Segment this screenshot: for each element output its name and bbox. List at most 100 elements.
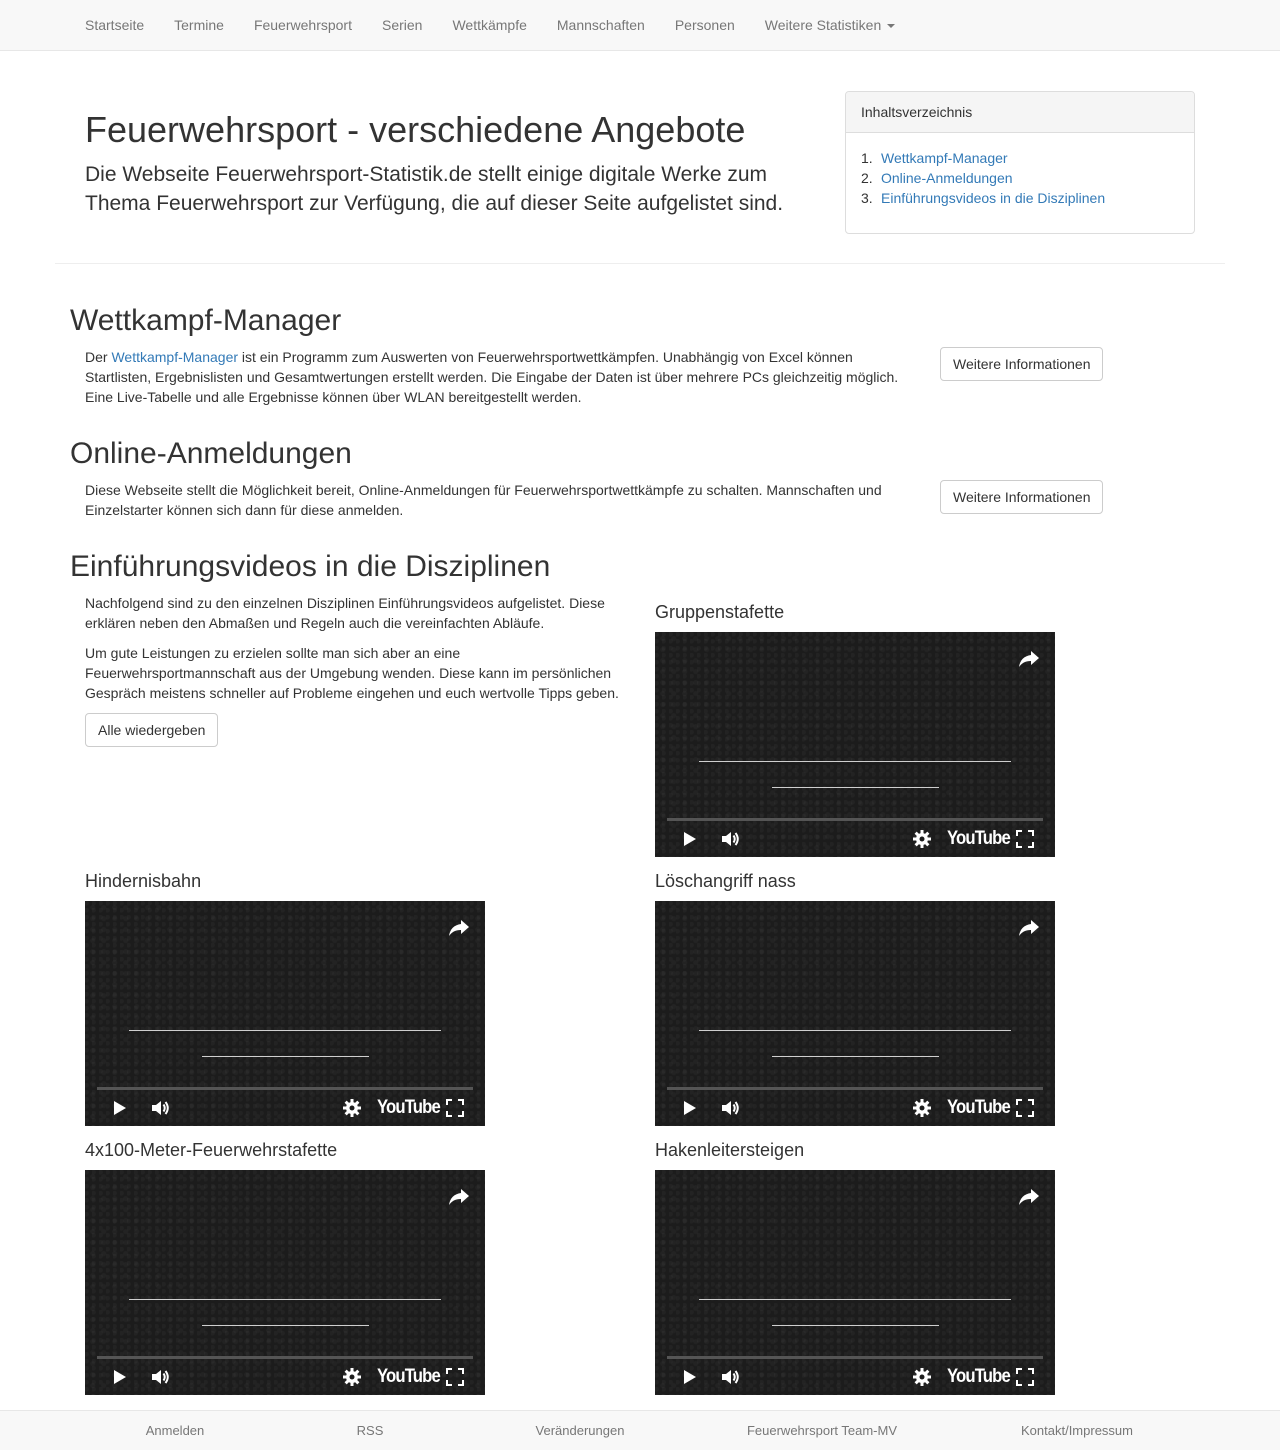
footer-link-team-mv[interactable]: Feuerwehrsport Team-MV xyxy=(747,1421,897,1441)
top-navbar: Startseite Termine Feuerwehrsport Serien… xyxy=(0,0,1280,51)
footer-link-anmelden[interactable]: Anmelden xyxy=(146,1421,205,1441)
play-icon[interactable] xyxy=(679,1367,699,1387)
video-player-loeschangriff-nass[interactable]: YouTube xyxy=(655,901,1055,1126)
nav-dropdown-label: Weitere Statistiken xyxy=(764,17,882,33)
section-heading-wettkampf-manager: Wettkampf-Manager xyxy=(70,304,342,337)
toc-number: 3. xyxy=(861,190,873,206)
volume-icon[interactable] xyxy=(149,1097,171,1119)
videos-paragraph: Um gute Leistungen zu erzielen sollte ma… xyxy=(85,645,619,701)
video-progress-bar[interactable] xyxy=(667,1356,1043,1359)
video-player-gruppenstafette[interactable]: YouTube xyxy=(655,632,1055,857)
video-thumbnail xyxy=(85,901,485,1126)
share-icon[interactable] xyxy=(1017,646,1041,670)
toc-link-wettkampf-manager[interactable]: Wettkampf-Manager xyxy=(881,150,1008,166)
main-nav: Startseite Termine Feuerwehrsport Serien… xyxy=(70,0,910,50)
video-title-placeholder-line xyxy=(699,761,1011,762)
fullscreen-icon[interactable] xyxy=(1015,1367,1035,1387)
toc-list: 1. Wettkampf-Manager 2. Online-Anmeldungen… xyxy=(846,133,1194,208)
volume-icon[interactable] xyxy=(719,1366,741,1388)
video-progress-bar[interactable] xyxy=(97,1356,473,1359)
toc-number: 2. xyxy=(861,170,873,186)
video-progress-bar[interactable] xyxy=(97,1087,473,1090)
youtube-logo[interactable]: YouTube xyxy=(377,1096,441,1120)
fullscreen-icon[interactable] xyxy=(445,1098,465,1118)
volume-icon[interactable] xyxy=(719,828,741,850)
video-title-placeholder-line xyxy=(772,1056,939,1057)
share-icon[interactable] xyxy=(1017,915,1041,939)
video-title-placeholder-line xyxy=(772,1325,939,1326)
video-title-hakenleitersteigen: Hakenleitersteigen xyxy=(655,1140,805,1160)
youtube-logo[interactable]: YouTube xyxy=(947,1365,1011,1389)
toc-item: 1. Wettkampf-Manager xyxy=(861,148,1179,168)
video-progress-bar[interactable] xyxy=(667,818,1043,821)
share-icon[interactable] xyxy=(1017,1184,1041,1208)
play-all-button[interactable]: Alle wiedergeben xyxy=(85,713,219,747)
video-title-hindernisbahn: Hindernisbahn xyxy=(85,871,202,891)
divider xyxy=(55,263,1225,264)
gear-icon[interactable] xyxy=(341,1366,363,1388)
gear-icon[interactable] xyxy=(911,828,933,850)
video-title-4x100-feuerwehrstafette: 4x100-Meter-Feuerwehrstafette xyxy=(85,1140,338,1160)
toc-link-einfuehrungsvideos[interactable]: Einführungsvideos in die Disziplinen xyxy=(881,190,1105,206)
volume-icon[interactable] xyxy=(719,1097,741,1119)
video-title-gruppenstafette: Gruppenstafette xyxy=(655,602,785,622)
video-title-placeholder-line xyxy=(699,1030,1011,1031)
wettkampf-manager-link[interactable]: Wettkampf-Manager xyxy=(111,349,238,365)
video-thumbnail xyxy=(655,1170,1055,1395)
video-title-placeholder-line xyxy=(772,787,939,788)
page-title: Feuerwehrsport - verschiedene Angebote xyxy=(85,109,746,150)
page-lead: Die Webseite Feuerwehrsport-Statistik.de… xyxy=(85,163,784,215)
play-icon[interactable] xyxy=(679,829,699,849)
video-title-loeschangriff-nass: Löschangriff nass xyxy=(655,871,796,891)
youtube-logo[interactable]: YouTube xyxy=(947,1096,1011,1120)
nav-feuerwehrsport[interactable]: Feuerwehrsport xyxy=(239,0,367,50)
toc-number: 1. xyxy=(861,150,873,166)
footer: Anmelden RSS Veränderungen Feuerwehrspor… xyxy=(0,1410,1280,1450)
footer-link-kontakt-impressum[interactable]: Kontakt/Impressum xyxy=(1021,1421,1133,1441)
share-icon[interactable] xyxy=(447,1184,471,1208)
youtube-logo[interactable]: YouTube xyxy=(947,827,1011,851)
video-thumbnail xyxy=(85,1170,485,1395)
youtube-logo[interactable]: YouTube xyxy=(377,1365,441,1389)
section-heading-online-anmeldungen: Online-Anmeldungen xyxy=(70,437,352,470)
video-thumbnail xyxy=(655,901,1055,1126)
nav-weitere-statistiken-dropdown[interactable]: Weitere Statistiken xyxy=(750,0,910,50)
nav-wettkaempfe[interactable]: Wettkämpfe xyxy=(437,0,541,50)
wettkampf-more-info-button[interactable]: Weitere Informationen xyxy=(940,347,1104,381)
volume-icon[interactable] xyxy=(149,1366,171,1388)
gear-icon[interactable] xyxy=(911,1366,933,1388)
video-title-placeholder-line xyxy=(202,1056,369,1057)
toc-heading: Inhaltsverzeichnis xyxy=(846,92,1194,133)
online-more-info-button[interactable]: Weitere Informationen xyxy=(940,480,1104,514)
footer-link-veraenderungen[interactable]: Veränderungen xyxy=(536,1421,625,1441)
fullscreen-icon[interactable] xyxy=(1015,829,1035,849)
gear-icon[interactable] xyxy=(911,1097,933,1119)
nav-mannschaften[interactable]: Mannschaften xyxy=(542,0,660,50)
fullscreen-icon[interactable] xyxy=(445,1367,465,1387)
footer-link-rss[interactable]: RSS xyxy=(357,1421,384,1441)
share-icon[interactable] xyxy=(447,915,471,939)
gear-icon[interactable] xyxy=(341,1097,363,1119)
play-icon[interactable] xyxy=(679,1098,699,1118)
toc-item: 2. Online-Anmeldungen xyxy=(861,168,1179,188)
videos-intro: Nachfolgend sind zu den einzelnen Diszip… xyxy=(85,593,630,713)
videos-paragraph: Nachfolgend sind zu den einzelnen Diszip… xyxy=(85,595,605,631)
video-title-placeholder-line xyxy=(202,1325,369,1326)
video-title-placeholder-line xyxy=(129,1030,441,1031)
wettkampf-description: Der Wettkampf-Manager ist ein Programm z… xyxy=(85,347,905,407)
nav-startseite[interactable]: Startseite xyxy=(70,0,159,50)
play-icon[interactable] xyxy=(109,1367,129,1387)
nav-termine[interactable]: Termine xyxy=(159,0,239,50)
fullscreen-icon[interactable] xyxy=(1015,1098,1035,1118)
section-heading-einfuehrungsvideos: Einführungsvideos in die Disziplinen xyxy=(70,550,551,583)
nav-serien[interactable]: Serien xyxy=(367,0,437,50)
toc-link-online-anmeldungen[interactable]: Online-Anmeldungen xyxy=(881,170,1013,186)
nav-personen[interactable]: Personen xyxy=(660,0,750,50)
play-icon[interactable] xyxy=(109,1098,129,1118)
video-player-4x100-feuerwehrstafette[interactable]: YouTube xyxy=(85,1170,485,1395)
caret-down-icon xyxy=(887,24,896,29)
video-player-hakenleitersteigen[interactable]: YouTube xyxy=(655,1170,1055,1395)
video-player-hindernisbahn[interactable]: YouTube xyxy=(85,901,485,1126)
video-progress-bar[interactable] xyxy=(667,1087,1043,1090)
online-description: Diese Webseite stellt die Möglichkeit be… xyxy=(85,482,882,518)
